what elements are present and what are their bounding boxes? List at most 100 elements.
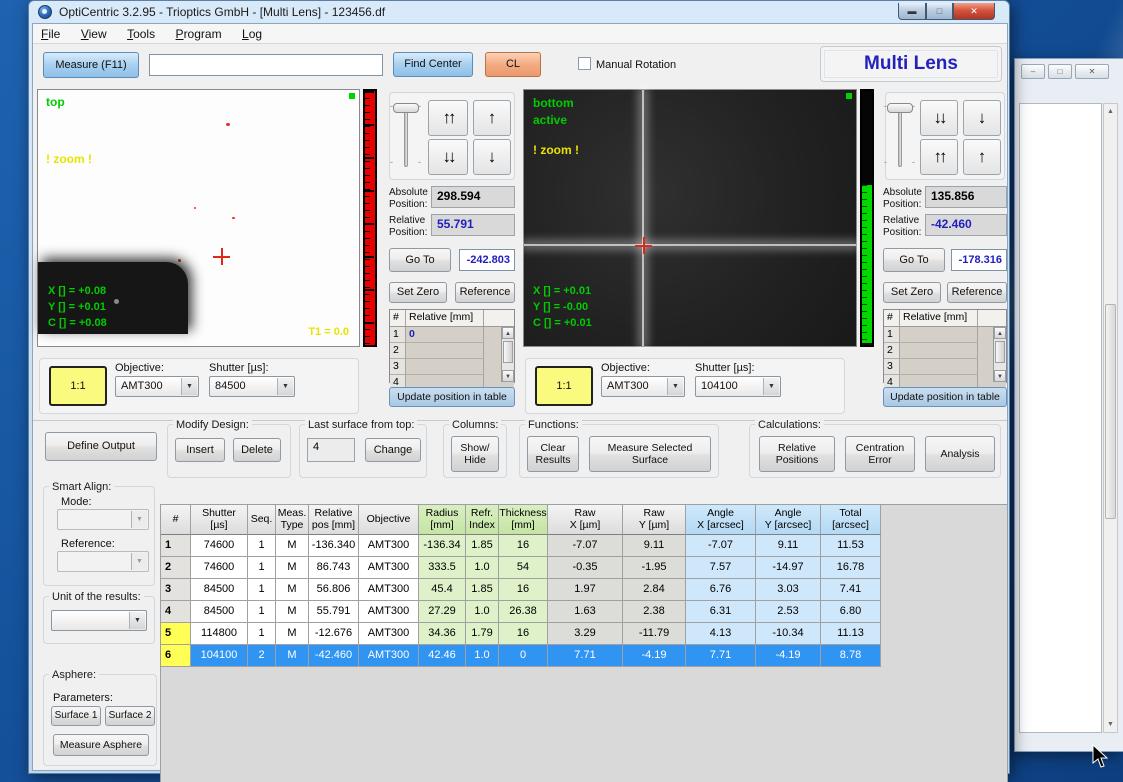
table-row[interactable]: 4845001M55.791AMT30027.291.026.381.632.3… [161, 601, 1007, 623]
table-cell[interactable]: 16.78 [821, 557, 881, 579]
reference-dropdown[interactable]: ▼ [57, 551, 149, 572]
column-header[interactable]: Seq. [248, 505, 276, 535]
table-cell[interactable]: 7.41 [821, 579, 881, 601]
position-row[interactable]: 3 [390, 359, 514, 375]
right-slider-handle[interactable] [887, 103, 913, 113]
table-cell[interactable]: -1.95 [623, 557, 686, 579]
column-header[interactable]: RawX [µm] [548, 505, 623, 535]
table-cell[interactable]: 16 [499, 623, 548, 645]
table-row[interactable]: 61041002M-42.460AMT30042.461.007.71-4.19… [161, 645, 1007, 667]
results-grid[interactable]: #Shutter[µs]Seq.Meas.TypeRelativepos [mm… [160, 504, 1008, 782]
position-row[interactable]: 2 [884, 343, 1006, 359]
menu-program[interactable]: Program [168, 24, 230, 43]
table-cell[interactable]: 84500 [191, 601, 248, 623]
table-cell[interactable]: 1.63 [548, 601, 623, 623]
column-header[interactable]: Meas.Type [276, 505, 309, 535]
close-button[interactable]: ✕ [953, 3, 995, 20]
move-down-fast-button[interactable]: ↓↓ [428, 139, 468, 175]
move-down-button[interactable]: ↓ [473, 139, 511, 175]
table-cell[interactable]: 34.36 [419, 623, 466, 645]
table-cell[interactable]: 114800 [191, 623, 248, 645]
table-row[interactable]: 2746001M86.743AMT300333.51.054-0.35-1.95… [161, 557, 1007, 579]
menu-file[interactable]: File [33, 24, 68, 43]
left-position-table[interactable]: # Relative [mm] 10234 ▲ ▼ [389, 309, 515, 383]
row-number[interactable]: 3 [161, 579, 191, 601]
left-update-position-button[interactable]: Update position in table [389, 387, 515, 407]
surface2-button[interactable]: Surface 2 [105, 706, 155, 726]
change-button[interactable]: Change [365, 438, 421, 462]
move-up-fast-button[interactable]: ↑↑ [920, 139, 958, 175]
table-cell[interactable]: 6.31 [686, 601, 756, 623]
column-header[interactable]: # [161, 505, 191, 535]
pos-table-scrollbar[interactable]: ▲ ▼ [993, 327, 1006, 382]
right-slider[interactable] [898, 105, 902, 167]
left-goto-button[interactable]: Go To [389, 248, 451, 272]
table-cell[interactable]: 42.46 [419, 645, 466, 667]
position-row[interactable]: 10 [390, 327, 514, 343]
table-cell[interactable]: M [276, 535, 309, 557]
table-cell[interactable]: -4.19 [623, 645, 686, 667]
right-goto-input[interactable] [951, 249, 1007, 271]
find-center-button[interactable]: Find Center [393, 52, 473, 77]
mode-dropdown[interactable]: ▼ [57, 509, 149, 530]
table-cell[interactable]: 3.03 [756, 579, 821, 601]
relative-positions-button[interactable]: Relative Positions [759, 436, 835, 472]
bg-close-icon[interactable]: ✕ [1075, 64, 1109, 79]
measure-button[interactable]: Measure (F11) [43, 52, 139, 78]
row-number[interactable]: 1 [161, 535, 191, 557]
table-cell[interactable]: 6.76 [686, 579, 756, 601]
table-cell[interactable]: 0 [499, 645, 548, 667]
move-up-button[interactable]: ↑ [963, 139, 1001, 175]
table-cell[interactable]: -136.34 [419, 535, 466, 557]
table-cell[interactable]: 74600 [191, 557, 248, 579]
position-row[interactable]: 3 [884, 359, 1006, 375]
table-cell[interactable]: 1.85 [466, 535, 499, 557]
table-cell[interactable]: 1 [248, 601, 276, 623]
table-cell[interactable]: -0.35 [548, 557, 623, 579]
column-header[interactable]: Refr.Index [466, 505, 499, 535]
scroll-up-icon[interactable]: ▲ [1105, 105, 1116, 118]
table-cell[interactable]: 86.743 [309, 557, 359, 579]
unit-dropdown[interactable]: ▼ [51, 610, 147, 631]
table-cell[interactable]: 2.53 [756, 601, 821, 623]
table-cell[interactable]: 1 [248, 623, 276, 645]
table-row[interactable]: 3845001M56.806AMT30045.41.85161.972.846.… [161, 579, 1007, 601]
table-cell[interactable]: M [276, 579, 309, 601]
bg-minimize-button[interactable]: – [1021, 64, 1045, 79]
measure-asphere-button[interactable]: Measure Asphere [53, 734, 149, 756]
left-camera-view[interactable]: top ! zoom ! X [] = +0.08 Y [] = +0.01 C… [37, 89, 360, 347]
table-cell[interactable]: 7.71 [548, 645, 623, 667]
right-shutter-dropdown[interactable]: 104100▼ [695, 376, 781, 397]
table-cell[interactable]: AMT300 [359, 535, 419, 557]
table-cell[interactable]: -7.07 [548, 535, 623, 557]
table-cell[interactable]: 1.79 [466, 623, 499, 645]
table-cell[interactable]: 55.791 [309, 601, 359, 623]
left-slider[interactable] [404, 105, 408, 167]
table-cell[interactable]: 9.11 [756, 535, 821, 557]
measure-selected-surface-button[interactable]: Measure Selected Surface [589, 436, 711, 472]
centration-error-button[interactable]: Centration Error [845, 436, 915, 472]
titlebar[interactable]: OptiCentric 3.2.95 - Trioptics GmbH - [M… [29, 1, 1009, 23]
table-cell[interactable]: M [276, 557, 309, 579]
table-cell[interactable]: 2.38 [623, 601, 686, 623]
table-cell[interactable]: 16 [499, 579, 548, 601]
table-cell[interactable]: AMT300 [359, 623, 419, 645]
maximize-button[interactable]: □ [926, 3, 953, 20]
command-input[interactable] [149, 54, 383, 76]
column-header[interactable]: Total[arcsec] [821, 505, 881, 535]
table-cell[interactable]: 1.85 [466, 579, 499, 601]
table-cell[interactable]: 1.0 [466, 601, 499, 623]
table-cell[interactable]: 11.53 [821, 535, 881, 557]
left-ratio-button[interactable]: 1:1 [49, 366, 107, 406]
table-cell[interactable]: 74600 [191, 535, 248, 557]
clear-results-button[interactable]: Clear Results [527, 436, 579, 472]
left-set-zero-button[interactable]: Set Zero [389, 282, 447, 303]
scrollbar-thumb[interactable] [1105, 304, 1116, 519]
row-number[interactable]: 2 [161, 557, 191, 579]
right-reference-button[interactable]: Reference [947, 282, 1007, 303]
column-header[interactable]: Shutter[µs] [191, 505, 248, 535]
table-cell[interactable]: AMT300 [359, 557, 419, 579]
table-cell[interactable]: 1.0 [466, 557, 499, 579]
position-row[interactable]: 2 [390, 343, 514, 359]
menu-view[interactable]: View [73, 24, 115, 43]
